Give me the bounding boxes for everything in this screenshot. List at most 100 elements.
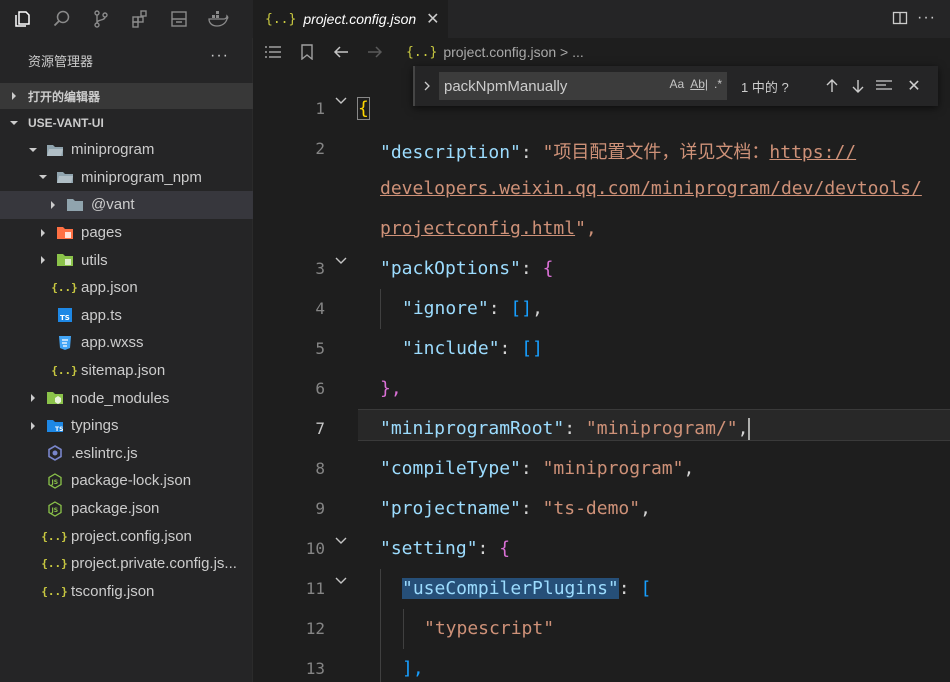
- fold-chevron-icon[interactable]: [333, 93, 349, 109]
- tree-item[interactable]: {..} project.private.config.js...: [0, 550, 253, 578]
- toggle-replace-button[interactable]: [413, 66, 439, 106]
- json-icon: {..}: [41, 557, 68, 571]
- source-control-icon[interactable]: [90, 8, 112, 30]
- json-key: "include": [402, 338, 500, 359]
- tree-item[interactable]: {..} sitemap.json: [0, 357, 253, 385]
- node-folder-icon: [45, 390, 64, 406]
- tree-item-label: project.config.json: [71, 527, 192, 545]
- tree-item[interactable]: utils: [0, 246, 253, 274]
- json-icon: {..}: [265, 11, 297, 27]
- code-line-7: "miniprogramRoot": "miniprogram/",: [380, 418, 751, 440]
- remote-explorer-icon[interactable]: [168, 8, 190, 30]
- indent-guide: [403, 609, 404, 649]
- svg-text:TS: TS: [60, 314, 70, 322]
- url-link[interactable]: https://: [769, 142, 856, 163]
- tree-item[interactable]: .eslintrc.js: [0, 440, 253, 468]
- previous-match-button[interactable]: [819, 73, 845, 99]
- json-key: "miniprogramRoot": [380, 418, 565, 439]
- code-line-8: "compileType": "miniprogram",: [380, 458, 695, 479]
- editor-more-button[interactable]: ···: [917, 9, 936, 27]
- tree-item[interactable]: JS package-lock.json: [0, 467, 253, 495]
- explorer-icon[interactable]: [12, 8, 34, 30]
- tree-item-label: sitemap.json: [81, 362, 166, 380]
- list-icon[interactable]: [262, 41, 284, 63]
- tree-item[interactable]: {..} project.config.json: [0, 522, 253, 550]
- code-line-11: "useCompilerPlugins": [: [402, 578, 652, 599]
- eslint-icon: [45, 445, 64, 462]
- code-editor[interactable]: 1 2 3 4 5 6 7 8 9 10 11 12 13 { "description": "项目配置…: [253, 66, 950, 682]
- split-editor-icon[interactable]: [892, 10, 908, 29]
- tree-item-label: @vant: [91, 196, 135, 214]
- find-widget: packNpmManually Aa Ab| .* 1 中的 ? ✕: [413, 66, 938, 106]
- workspace-section[interactable]: USE-VANT-UI: [0, 110, 253, 136]
- match-whole-word-toggle[interactable]: Ab|: [690, 77, 708, 91]
- line-number: 1: [315, 99, 325, 118]
- tree-item[interactable]: miniprogram_npm: [0, 164, 253, 192]
- tree-item-label: typings: [71, 417, 119, 435]
- explorer-sidebar: 资源管理器 ··· 打开的编辑器 USE-VANT-UI miniprogram…: [0, 0, 253, 682]
- url-link[interactable]: projectconfig.html: [380, 218, 575, 239]
- back-arrow-icon[interactable]: [330, 41, 352, 63]
- regex-toggle[interactable]: .*: [714, 77, 722, 91]
- nodejs-icon: JS: [45, 500, 64, 517]
- json-key: "compileType": [380, 458, 521, 479]
- json-string: "miniprogram": [542, 458, 684, 479]
- tree-item[interactable]: node_modules: [0, 384, 253, 412]
- bookmark-icon[interactable]: [296, 41, 318, 63]
- fold-chevron-icon[interactable]: [333, 533, 349, 549]
- line-number: 9: [315, 499, 325, 518]
- tree-item[interactable]: TS typings: [0, 412, 253, 440]
- tree-item[interactable]: pages: [0, 219, 253, 247]
- svg-text:JS: JS: [50, 507, 58, 514]
- tree-item[interactable]: app.wxss: [0, 329, 253, 357]
- json-key-highlighted: "useCompilerPlugins": [402, 578, 619, 599]
- breadcrumb: {..} project.config.json > ...: [253, 38, 950, 66]
- tree-item[interactable]: miniprogram: [0, 136, 253, 164]
- json-key: "packOptions": [380, 258, 521, 279]
- folder-open-icon: [45, 142, 64, 158]
- chevron-right-icon: [26, 391, 40, 405]
- fold-chevron-icon[interactable]: [333, 573, 349, 589]
- json-key: "setting": [380, 538, 478, 559]
- pages-folder-icon: [55, 225, 74, 241]
- json-key: "ignore": [402, 298, 489, 319]
- tree-item[interactable]: {..} app.json: [0, 274, 253, 302]
- code-line-3: "packOptions": {: [380, 258, 554, 279]
- search-icon[interactable]: [51, 8, 73, 30]
- match-case-toggle[interactable]: Aa: [670, 77, 685, 91]
- fold-chevron-icon[interactable]: [333, 253, 349, 269]
- forward-arrow-icon[interactable]: [364, 41, 386, 63]
- tree-item-label: miniprogram_npm: [81, 168, 202, 186]
- chevron-down-icon: [0, 118, 28, 128]
- tab-project-config[interactable]: {..} project.config.json ✕: [253, 0, 448, 38]
- more-actions-button[interactable]: ···: [210, 47, 229, 65]
- find-in-selection-icon[interactable]: [871, 73, 897, 99]
- close-find-button[interactable]: ✕: [901, 73, 927, 99]
- code-line-6: },: [380, 378, 402, 399]
- docker-icon[interactable]: [207, 8, 229, 30]
- open-editors-section[interactable]: 打开的编辑器: [0, 83, 253, 109]
- find-input[interactable]: packNpmManually Aa Ab| .*: [439, 72, 727, 100]
- tree-item[interactable]: JS package.json: [0, 495, 253, 523]
- line-number: 2: [315, 139, 325, 158]
- next-match-button[interactable]: [845, 73, 871, 99]
- breadcrumb-path[interactable]: project.config.json > ...: [443, 44, 583, 60]
- tree-item-label: utils: [81, 251, 108, 269]
- tree-item[interactable]: {..} tsconfig.json: [0, 578, 253, 606]
- find-options: Aa Ab| .*: [670, 77, 723, 91]
- workspace-label: USE-VANT-UI: [28, 116, 104, 130]
- css-icon: [55, 335, 74, 351]
- tree-item-label: project.private.config.js...: [71, 555, 237, 573]
- chevron-right-icon: [36, 253, 50, 267]
- tree-item[interactable]: TS app.ts: [0, 302, 253, 330]
- extensions-icon[interactable]: [129, 8, 151, 30]
- tree-item[interactable]: @vant: [0, 191, 253, 219]
- url-link[interactable]: developers.weixin.qq.com/miniprogram/dev…: [380, 178, 922, 199]
- match-count: 1 中的 ?: [741, 79, 789, 95]
- activity-bar: [0, 0, 253, 38]
- chevron-down-icon: [36, 170, 50, 184]
- json-string: "ts-demo": [542, 498, 641, 519]
- find-query: packNpmManually: [444, 77, 568, 95]
- json-string: ",: [575, 218, 597, 239]
- tab-close-button[interactable]: ✕: [426, 9, 439, 29]
